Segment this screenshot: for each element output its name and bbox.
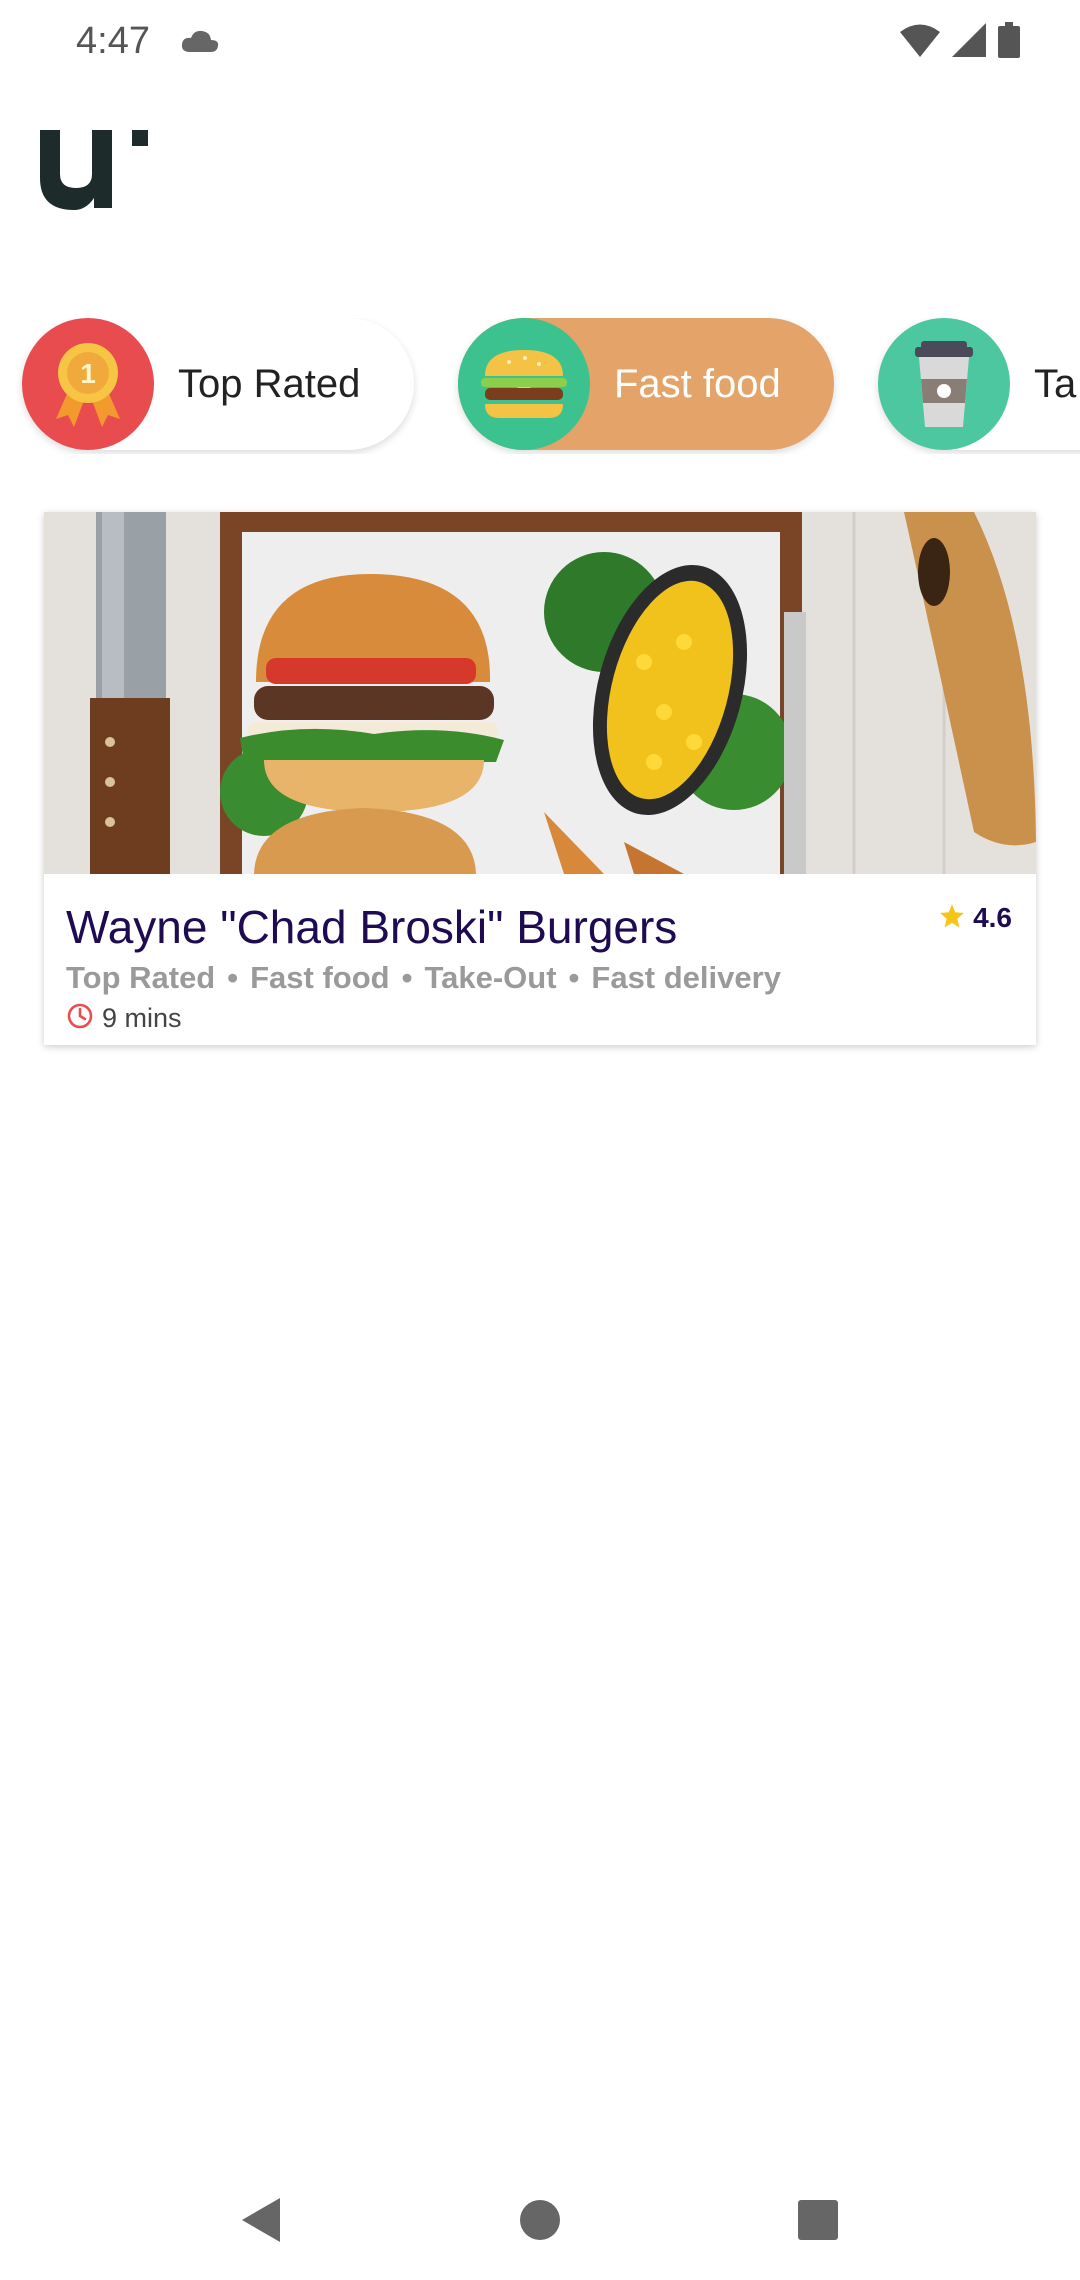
medal-icon: 1 [22,318,154,450]
clock-icon [66,1002,94,1035]
restaurant-card[interactable]: Wayne "Chad Broski" Burgers 4.6 Top Rate… [44,512,1036,1045]
restaurant-photo [44,512,1036,874]
status-time: 4:47 [76,20,150,62]
cloud-icon [180,28,220,59]
tag: Fast food [250,960,390,995]
chip-label: Fast food [614,361,781,406]
category-carousel[interactable]: 1 Top Rated Fast food Ta [0,318,1080,454]
recents-button[interactable] [786,2188,850,2252]
tag-separator: • [401,960,413,995]
home-circle-icon [520,2200,560,2240]
tag-separator: • [227,960,239,995]
tag: Take-Out [424,960,557,995]
back-button[interactable] [230,2188,294,2252]
back-triangle-icon [242,2198,280,2242]
rating-value: 4.6 [973,902,1012,933]
chip-label: Top Rated [178,361,361,406]
coffee-cup-icon [878,318,1010,450]
app-logo [40,124,156,215]
restaurant-info: Wayne "Chad Broski" Burgers 4.6 Top Rate… [44,874,1036,1045]
system-nav-bar [0,2160,1080,2280]
wifi-icon [900,23,940,62]
restaurant-name[interactable]: Wayne "Chad Broski" Burgers [66,900,677,954]
category-chip-take-out[interactable]: Ta [878,318,1080,450]
battery-icon [998,22,1020,63]
recents-square-icon [798,2200,838,2240]
tag: Fast delivery [591,960,781,995]
delivery-time-text: 9 mins [102,1003,182,1033]
category-chip-fast-food[interactable]: Fast food [458,318,834,450]
star-icon [939,903,965,934]
delivery-time: 9 mins [66,1002,182,1035]
chip-label: Ta [1034,361,1077,406]
svg-text:1: 1 [80,358,96,389]
burger-icon [458,318,590,450]
category-chip-top-rated[interactable]: 1 Top Rated [22,318,414,450]
tag: Top Rated [66,960,216,995]
signal-icon [952,23,986,62]
status-bar: 4:47 [0,0,1080,84]
restaurant-tags: Top Rated • Fast food • Take-Out • Fast … [66,960,781,996]
rating-badge: 4.6 [939,902,1012,934]
home-button[interactable] [508,2188,572,2252]
tag-separator: • [568,960,580,995]
